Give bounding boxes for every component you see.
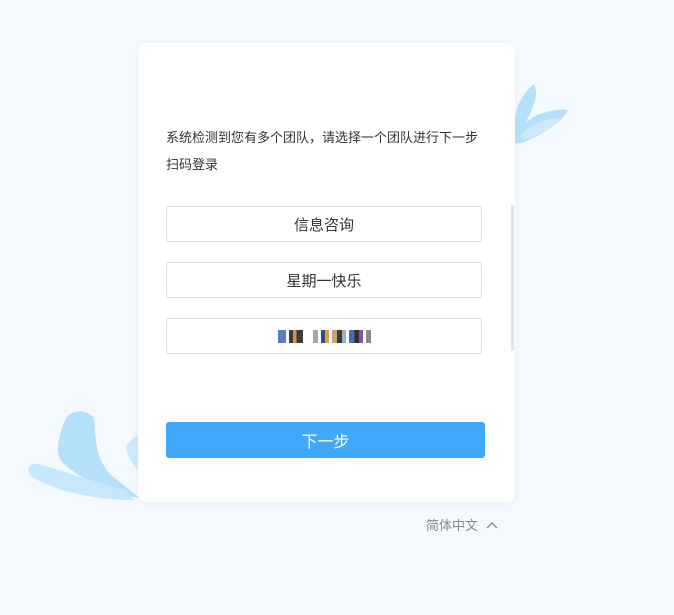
language-label: 简体中文 bbox=[426, 519, 479, 534]
team-option-label: 星期一快乐 bbox=[286, 271, 362, 290]
team-option-label: 信息咨询 bbox=[293, 215, 354, 234]
team-list-scrollbar[interactable] bbox=[511, 205, 514, 351]
team-select-card: 系统检测到您有多个团队，请选择一个团队进行下一步扫码登录 信息咨询 星期一快乐 bbox=[138, 43, 515, 502]
team-list: 信息咨询 星期一快乐 bbox=[166, 206, 482, 374]
language-switcher[interactable]: 简体中文 bbox=[426, 515, 498, 534]
login-page: 系统检测到您有多个团队，请选择一个团队进行下一步扫码登录 信息咨询 星期一快乐 bbox=[0, 0, 674, 615]
team-select-prompt: 系统检测到您有多个团队，请选择一个团队进行下一步扫码登录 bbox=[166, 131, 479, 173]
pixelated-team-name bbox=[277, 329, 371, 343]
team-option[interactable]: 星期一快乐 bbox=[166, 262, 482, 298]
splash-decoration-bottom bbox=[28, 411, 142, 500]
next-step-button[interactable]: 下一步 bbox=[166, 422, 485, 458]
chevron-up-icon bbox=[486, 521, 498, 528]
team-option-pixelated[interactable] bbox=[166, 318, 482, 354]
team-option[interactable]: 信息咨询 bbox=[166, 206, 482, 242]
